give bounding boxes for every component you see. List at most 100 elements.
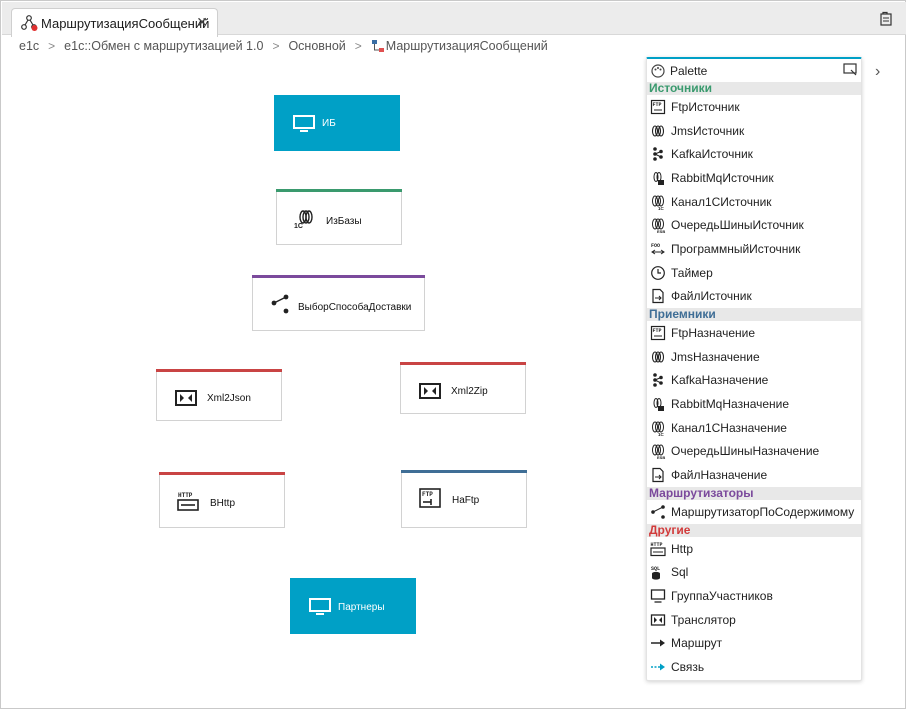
node-label: ВыборСпособаДоставки [298,302,412,313]
node-label: НаFtp [452,495,480,506]
translator-icon [650,613,666,626]
node-izbazy[interactable]: 1C ИзБазы [276,189,402,245]
palette-item[interactable]: ESB ОчередьШиныНазначение [647,440,861,464]
palette-item-label: Канал1СНазначение [671,420,787,435]
palette-group-header: Другие [647,523,861,537]
timer-icon [651,265,665,280]
node-vybor[interactable]: ВыборСпособаДоставки [252,275,425,331]
palette-item[interactable]: Маршрут [647,631,861,655]
tab-message-routing[interactable]: МаршрутизацияСообщений ✕ [11,8,218,37]
palette-item[interactable]: ФайлНазначение [647,463,861,487]
svg-text:FTP: FTP [653,102,662,108]
palette-item-label: ФайлИсточник [671,289,752,304]
rabbitmq-icon [653,171,664,185]
router-color-bar [252,275,425,278]
palette-item-label: ФайлНазначение [671,468,768,483]
node-xml2zip[interactable]: Xml2Zip [400,362,526,414]
palette-item[interactable]: JmsНазначение [647,345,861,369]
arrow-right-icon [651,639,665,647]
chevron-right-icon: > [354,39,362,53]
breadcrumb-item-main[interactable]: Основной [288,39,345,53]
palette-item[interactable]: FTP FtpНазначение [647,321,861,345]
palette-item[interactable]: 1C Канал1СНазначение [647,416,861,440]
content-router-icon [271,294,289,314]
palette-item[interactable]: KafkaИсточник [647,142,861,166]
program-source-icon: FOO [651,243,665,255]
palette-item-label: KafkaНазначение [671,373,769,388]
node-xml2json[interactable]: Xml2Json [156,369,282,421]
http-icon: HTTP [650,542,666,556]
content-router-icon [651,505,665,519]
file-icon [652,468,664,483]
palette-item-label: Sql [671,565,689,580]
palette-item[interactable]: ФайлИсточник [647,285,861,309]
palette-item[interactable]: МаршрутизаторПоСодержимому [647,500,861,524]
other-color-bar [156,369,282,372]
palette-item[interactable]: ESB ОчередьШиныИсточник [647,213,861,237]
palette-item[interactable]: 1C Канал1СИсточник [647,190,861,214]
palette-item[interactable]: Связь [647,655,861,679]
palette-item-label: KafkaИсточник [671,147,753,162]
breadcrumb: e1c > e1c::Обмен с маршрутизацией 1.0 > … [19,38,548,54]
breadcrumb-item-routing[interactable]: МаршрутизацияСообщений [386,39,548,53]
palette-item[interactable]: KafkaНазначение [647,369,861,393]
palette-item[interactable]: RabbitMqНазначение [647,392,861,416]
document-outline-icon[interactable] [878,11,894,27]
palette-item-label: ГруппаУчастников [671,588,773,603]
svg-text:ESB: ESB [657,455,665,459]
rabbitmq-icon [653,398,664,412]
palette-item-label: RabbitMqИсточник [671,170,774,185]
link-arrow-icon [651,663,665,671]
node-naftp[interactable]: FTP НаFtp [401,470,527,528]
breadcrumb-item-e1c[interactable]: e1c [19,39,39,53]
tab-title: МаршрутизацияСообщений [41,15,210,31]
palette-panel: Palette Источники FTP FtpИсточник JmsИсточн… [646,57,862,681]
node-partnery[interactable]: Партнеры [290,578,416,634]
palette-item-label: ОчередьШиныНазначение [671,444,820,459]
monitor-icon [293,115,315,132]
node-label: ИзБазы [326,216,362,227]
palette-header: Palette [647,59,861,82]
palette-item-label: ПрограммныйИсточник [671,241,801,256]
palette-item-label: FtpИсточник [671,99,740,114]
http-icon: HTTP [177,492,199,511]
svg-text:1C: 1C [294,223,303,229]
svg-text:1C: 1C [658,206,665,210]
chevron-right-icon: > [48,39,56,53]
jms-icon [651,351,665,363]
pin-icon[interactable] [843,63,858,77]
palette-item-label: МаршрутизаторПоСодержимому [671,504,855,519]
other-color-bar [400,362,526,365]
palette-item[interactable]: JmsИсточник [647,119,861,143]
palette-item[interactable]: FOO ПрограммныйИсточник [647,237,861,261]
palette-item-label: JmsНазначение [671,349,760,364]
diagram-canvas[interactable]: ИБ 1C ИзБазы ВыборСпособаДоставки Xml2Js… [2,59,642,709]
close-icon[interactable]: ✕ [196,15,208,29]
node-label: ВHttp [210,498,236,509]
monitor-icon [650,589,666,603]
palette-item[interactable]: ГруппаУчастников [647,584,861,608]
palette-item-label: JmsИсточник [671,123,745,138]
chevron-right-icon[interactable]: › [875,63,889,81]
translator-icon [175,390,197,406]
palette-item[interactable]: SQL Sql [647,560,861,584]
palette-item[interactable]: RabbitMqИсточник [647,166,861,190]
palette-item-label: Маршрут [671,636,723,651]
svg-text:FTP: FTP [422,491,433,498]
palette-item[interactable]: Таймер [647,261,861,285]
bus-queue-icon: ESB [652,218,665,233]
palette-item-label: ОчередьШиныИсточник [671,218,804,233]
source-color-bar [276,189,402,192]
node-ib[interactable]: ИБ [274,95,400,151]
palette-group-header: Источники [647,82,861,95]
palette-item-label: FtpНазначение [671,326,756,341]
node-label: ИБ [322,118,336,129]
node-label: Партнеры [338,602,385,613]
receiver-color-bar [401,470,527,473]
palette-item-label: RabbitMqНазначение [671,397,790,412]
palette-item[interactable]: Транслятор [647,608,861,632]
palette-item[interactable]: HTTP Http [647,537,861,561]
node-vhttp[interactable]: HTTP ВHttp [159,472,285,528]
breadcrumb-item-exchange[interactable]: e1c::Обмен с маршрутизацией 1.0 [64,39,263,53]
palette-item[interactable]: FTP FtpИсточник [647,95,861,119]
